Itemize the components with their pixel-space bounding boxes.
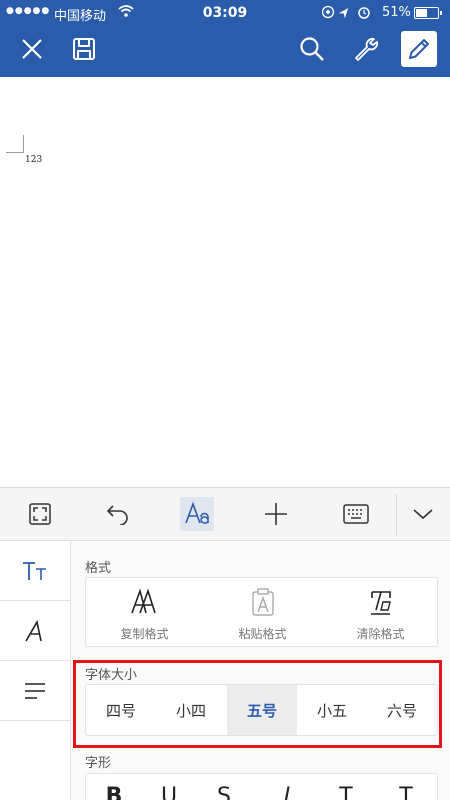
edit-button[interactable] <box>401 31 437 67</box>
keyboard-icon <box>343 504 369 524</box>
battery-percentage: 51% <box>382 5 411 20</box>
collapse-panel-button[interactable] <box>406 497 440 531</box>
battery-icon <box>414 7 442 19</box>
italic-font-icon <box>25 619 42 641</box>
paste-format-label: 粘贴格式 <box>238 627 287 641</box>
tab-text-size[interactable] <box>0 541 70 601</box>
close-button[interactable] <box>16 33 48 65</box>
subscript-button[interactable]: T <box>386 784 426 800</box>
fullscreen-button[interactable] <box>23 497 57 531</box>
font-format-icon <box>185 501 209 524</box>
format-side-tabs <box>0 541 71 800</box>
pencil-icon <box>409 39 429 59</box>
underline-button[interactable]: U <box>149 784 189 800</box>
search-icon <box>300 37 324 61</box>
clear-format-icon <box>370 591 391 615</box>
undo-icon <box>106 505 128 525</box>
paste-format-icon <box>251 588 274 616</box>
highlight-box <box>73 660 442 748</box>
clear-format-label: 清除格式 <box>356 627 405 641</box>
paragraph-align-icon <box>25 682 45 699</box>
save-icon <box>73 38 95 60</box>
font-style-section-title: 字形 <box>85 756 112 771</box>
font-style-selector: B U S I T T <box>85 773 438 800</box>
tab-font[interactable] <box>0 601 70 661</box>
superscript-button[interactable]: T <box>326 784 366 800</box>
search-button[interactable] <box>296 33 328 65</box>
tab-paragraph[interactable] <box>0 661 70 721</box>
document-text[interactable]: 123 <box>25 155 42 165</box>
format-card: 复制格式 粘贴格式 清除格式 <box>85 577 438 647</box>
bold-button[interactable]: B <box>94 784 134 800</box>
status-bar: ●●●●● 中国移动 03:09 51% <box>0 0 450 26</box>
copy-format-button[interactable]: 复制格式 <box>86 578 203 648</box>
keyboard-button[interactable] <box>339 497 373 531</box>
wrench-icon <box>355 37 379 61</box>
undo-button[interactable] <box>101 497 135 531</box>
add-icon <box>265 503 287 525</box>
clear-format-button[interactable]: 清除格式 <box>322 578 439 648</box>
font-format-button[interactable] <box>180 497 214 531</box>
page-corner-mark <box>6 135 24 153</box>
paste-format-button[interactable]: 粘贴格式 <box>204 578 321 648</box>
close-icon <box>22 39 42 59</box>
document-canvas[interactable]: 123 <box>0 77 450 487</box>
fullscreen-icon <box>29 503 51 525</box>
ribbon-divider <box>396 494 397 536</box>
copy-format-icon <box>130 588 156 614</box>
save-button[interactable] <box>68 33 100 65</box>
strikethrough-button[interactable]: S <box>204 784 244 800</box>
text-size-icon <box>23 561 46 580</box>
tools-button[interactable] <box>350 33 382 65</box>
copy-format-label: 复制格式 <box>120 627 169 641</box>
bottom-ribbon <box>0 487 450 541</box>
insert-button[interactable] <box>259 497 293 531</box>
chevron-down-icon <box>413 509 433 520</box>
format-section-title: 格式 <box>85 561 112 576</box>
app-header: ●●●●● 中国移动 03:09 51% <box>0 0 450 77</box>
status-icons <box>321 4 372 20</box>
italic-button[interactable]: I <box>267 784 307 800</box>
